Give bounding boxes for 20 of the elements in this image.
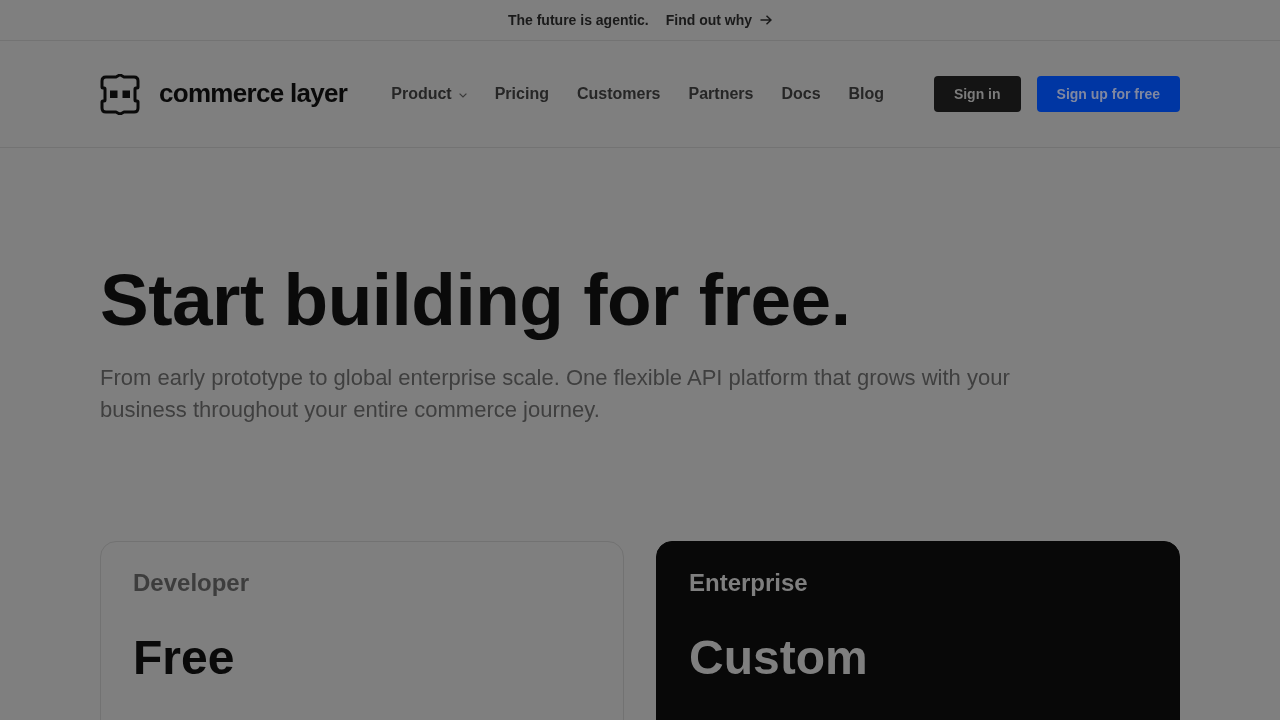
nav-link[interactable]: Partners [688,85,754,103]
plan-price: Free [133,630,235,686]
nav-link[interactable]: Docs [781,85,821,103]
nav-link[interactable]: Pricing [494,85,549,103]
arrow-right-icon [760,15,773,25]
nav-link[interactable]: Customers [576,85,661,103]
sign-in-button[interactable]: Sign in [933,76,1021,112]
plan-name: Developer [133,569,250,598]
plan-name: Enterprise [689,569,808,598]
chevron-down-icon [458,92,467,98]
hero-heading: Start building for free. [100,260,852,341]
nav-link[interactable]: Blog [848,85,885,103]
nav-link[interactable]: Product [391,85,467,103]
logo-wordmark[interactable]: commerce layer [159,80,348,108]
find-out-why-link[interactable]: Find out why [665,12,753,28]
announcement-text: The future is agentic. [507,12,649,28]
hero-subtitle: From early prototype to global enterprise scale. One flexible API platform that grows with your business throughout your entire commerce journey. [100,364,1011,425]
sign-up-button[interactable]: Sign up for free [1036,76,1180,112]
plan-price: Custom [689,630,868,686]
logo-icon[interactable] [100,73,140,115]
